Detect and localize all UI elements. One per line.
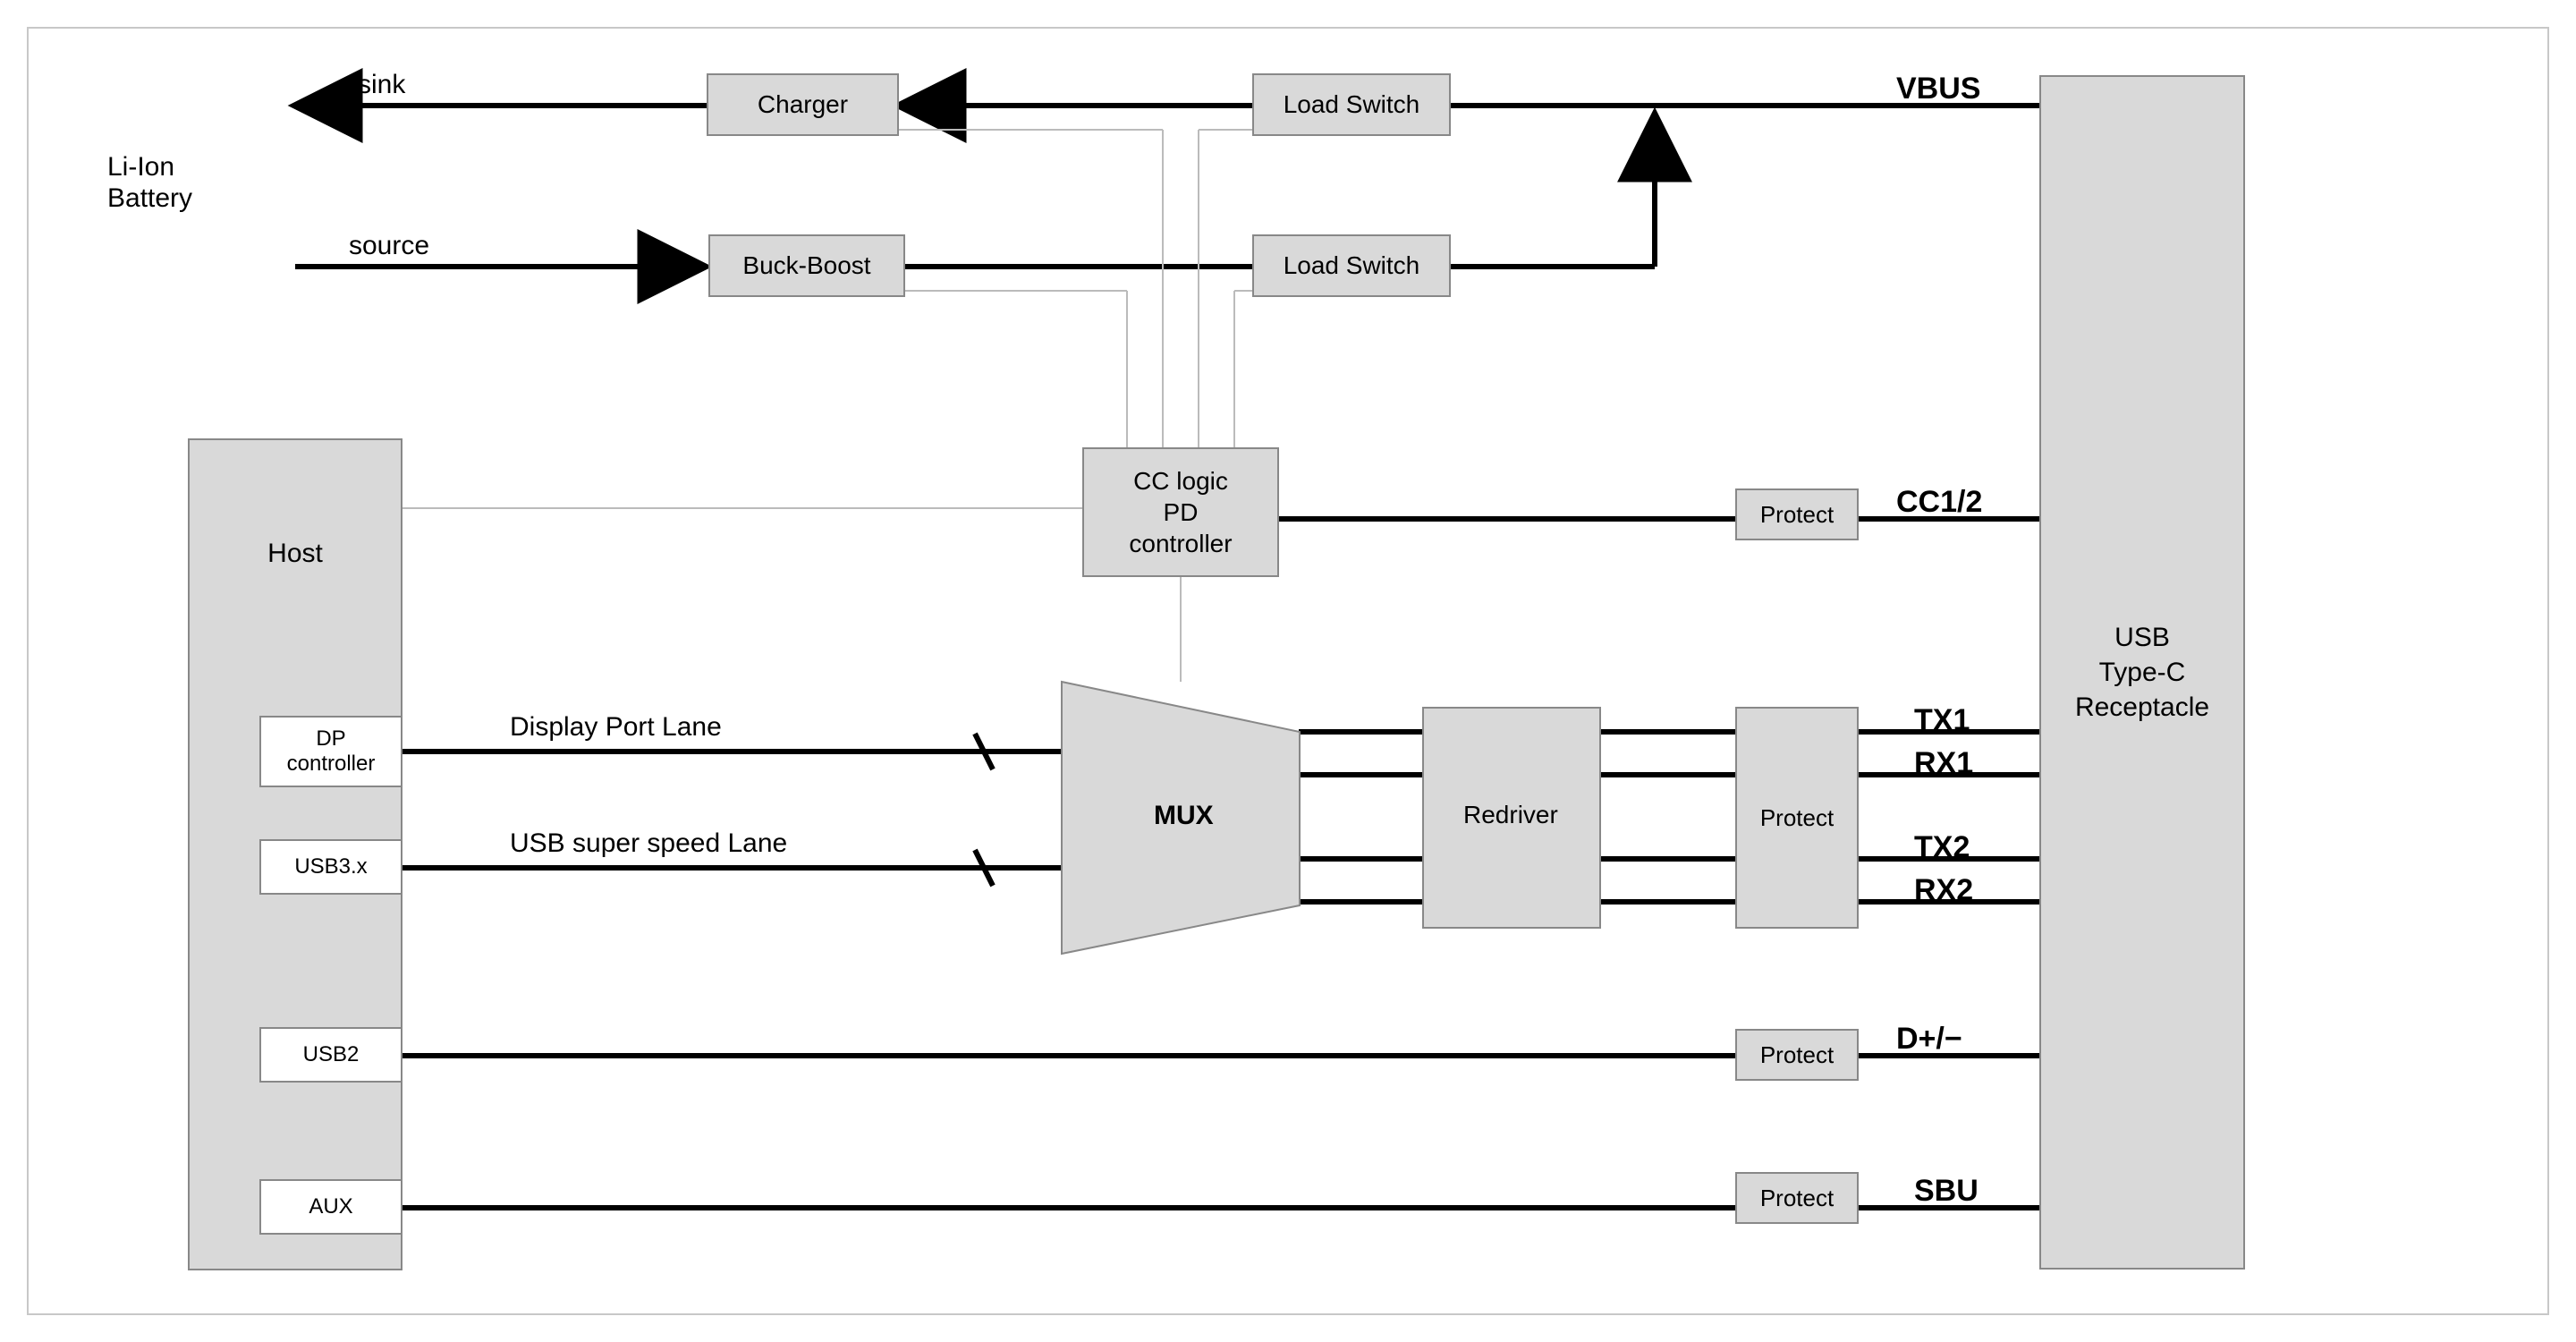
usb3-text: USB3.x	[294, 854, 367, 879]
aux-text: AUX	[309, 1194, 352, 1219]
cc12-label: CC1/2	[1896, 485, 1982, 520]
sbu-label: SBU	[1914, 1174, 1979, 1209]
protect-cc-block: Protect	[1735, 488, 1859, 540]
protect-cc-text: Protect	[1760, 501, 1834, 529]
mux-text: MUX	[1154, 801, 1214, 831]
protect-d-block: Protect	[1735, 1029, 1859, 1081]
charger-block: Charger	[707, 73, 899, 136]
loadswitch1-block: Load Switch	[1252, 73, 1451, 136]
usb2-text: USB2	[303, 1042, 360, 1067]
tx1-label: TX1	[1914, 703, 1970, 738]
vbus-label: VBUS	[1896, 72, 1980, 106]
rx2-label: RX2	[1914, 873, 1973, 908]
receptacle-text: USB Type-C Receptacle	[2075, 620, 2209, 725]
protect-hs-text: Protect	[1760, 804, 1834, 832]
dp-lane-label: Display Port Lane	[510, 712, 722, 743]
battery-label: Li-Ion Battery	[107, 152, 192, 214]
source-label: source	[349, 231, 429, 261]
protect-sbu-text: Protect	[1760, 1185, 1834, 1212]
aux-block: AUX	[259, 1179, 402, 1235]
dp-controller-block: DP controller	[259, 716, 402, 787]
host-text: Host	[267, 539, 323, 569]
usb3-block: USB3.x	[259, 839, 402, 895]
buckboost-text: Buck-Boost	[742, 251, 870, 280]
diagram-root: Li-Ion Battery sink source Charger Buck-…	[0, 0, 2576, 1342]
rx1-label: RX1	[1914, 746, 1973, 781]
buckboost-block: Buck-Boost	[708, 234, 905, 297]
cc-controller-block: CC logic PD controller	[1082, 447, 1279, 577]
usb2-block: USB2	[259, 1027, 402, 1083]
dp-controller-text: DP controller	[287, 726, 376, 776]
loadswitch1-text: Load Switch	[1284, 90, 1420, 119]
charger-text: Charger	[758, 90, 848, 119]
redriver-text: Redriver	[1463, 801, 1558, 829]
ss time-sslane-label: USB super speed Lane	[510, 828, 787, 859]
protect-sbu-block: Protect	[1735, 1172, 1859, 1224]
loadswitch2-text: Load Switch	[1284, 251, 1420, 280]
dpm-label: D+/−	[1896, 1022, 1962, 1057]
loadswitch2-block: Load Switch	[1252, 234, 1451, 297]
protect-hs-block: Protect	[1735, 707, 1859, 929]
cc-controller-text: CC logic PD controller	[1129, 465, 1232, 559]
protect-d-text: Protect	[1760, 1041, 1834, 1069]
sink-label: sink	[358, 70, 405, 100]
tx2-label: TX2	[1914, 830, 1970, 865]
receptacle-block: USB Type-C Receptacle	[2039, 75, 2245, 1270]
